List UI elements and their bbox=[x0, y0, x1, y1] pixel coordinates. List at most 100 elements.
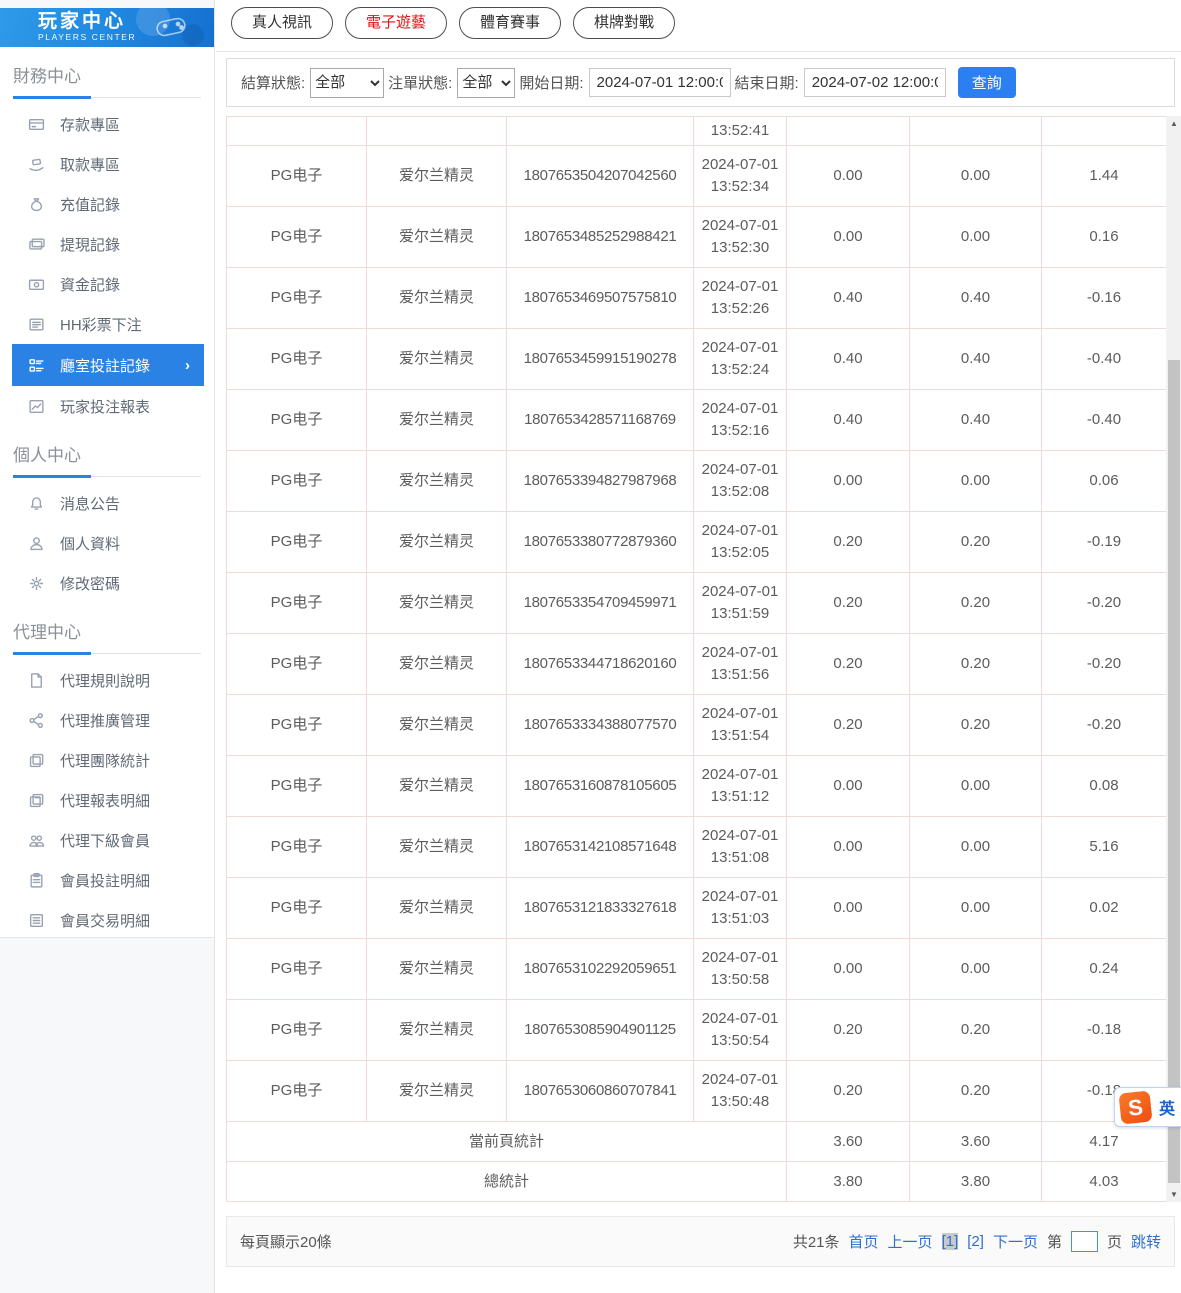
sidebar-item[interactable]: 資金記錄 bbox=[0, 264, 214, 304]
tab-category[interactable]: 體育賽事 bbox=[459, 7, 561, 39]
tab-active[interactable]: 電子遊藝 bbox=[345, 7, 447, 39]
table-cell: 2024-07-0113:52:05 bbox=[694, 512, 787, 573]
table-row: PG电子爱尔兰精灵18076531608781056052024-07-0113… bbox=[227, 756, 1167, 817]
sidebar-item[interactable]: 廳室投註記錄 › bbox=[12, 344, 204, 386]
sidebar-item[interactable]: 提現記錄 bbox=[0, 224, 214, 264]
table-cell: 爱尔兰精灵 bbox=[367, 695, 507, 756]
table-cell: 爱尔兰精灵 bbox=[367, 634, 507, 695]
translator-language-label: 英 bbox=[1159, 1095, 1175, 1119]
sidebar-item[interactable]: 消息公告 bbox=[0, 483, 214, 523]
chevron-right-icon: › bbox=[185, 357, 190, 374]
prev-page-link[interactable]: 上一页 bbox=[888, 1231, 933, 1252]
table-cell: 1807653428571168769 bbox=[507, 390, 694, 451]
order-status-select[interactable]: 全部 bbox=[457, 68, 515, 98]
sidebar-item[interactable]: 會員投註明細 bbox=[0, 860, 214, 900]
sidebar-item[interactable]: 會員交易明細 bbox=[0, 900, 214, 940]
table-cell: PG电子 bbox=[227, 451, 367, 512]
sidebar-item[interactable]: 代理規則說明 bbox=[0, 660, 214, 700]
jump-button[interactable]: 跳转 bbox=[1131, 1231, 1161, 1252]
translator-logo-icon: S bbox=[1118, 1090, 1152, 1124]
transaction-list-icon bbox=[28, 912, 45, 929]
table-cell: 0.00 bbox=[787, 878, 910, 939]
scroll-up-arrow-icon[interactable]: ▲ bbox=[1166, 116, 1181, 131]
sidebar-item[interactable]: 代理報表明細 bbox=[0, 780, 214, 820]
scrollbar-thumb[interactable] bbox=[1168, 360, 1180, 1183]
sidebar-item[interactable]: 玩家投注報表 bbox=[0, 386, 214, 426]
page-size-text: 每頁顯示20條 bbox=[240, 1231, 332, 1252]
members-icon bbox=[28, 832, 45, 849]
table-cell: 0.00 bbox=[787, 146, 910, 207]
table-cell: 4.03 bbox=[1042, 1162, 1167, 1202]
search-button[interactable]: 查詢 bbox=[958, 67, 1016, 98]
sidebar-menu: 玩家中心 PLAYERS CENTER 財務中心存款專區取款專區充值記錄提現記錄… bbox=[0, 8, 214, 938]
next-page-link[interactable]: 下一页 bbox=[993, 1231, 1038, 1252]
page-number-link[interactable]: [2] bbox=[967, 1233, 984, 1250]
table-cell: 0.20 bbox=[787, 695, 910, 756]
table-cell: 2024-07-0113:52:08 bbox=[694, 451, 787, 512]
table-cell: 4.17 bbox=[1042, 1122, 1167, 1162]
sidebar-item-label: 代理規則說明 bbox=[60, 670, 150, 691]
sidebar-item-label: 存款專區 bbox=[60, 114, 120, 135]
pagination-bar: 每頁顯示20條 共21条首页上一页[1][2]下一页第页跳转 bbox=[226, 1216, 1175, 1267]
table-cell: PG电子 bbox=[227, 268, 367, 329]
table-cell: 1807653334388077570 bbox=[507, 695, 694, 756]
bet-records-table-wrap: 13:52:41PG电子爱尔兰精灵18076535042070425602024… bbox=[226, 116, 1181, 1202]
table-scrollbar[interactable]: ▲ ▼ bbox=[1166, 116, 1181, 1202]
sidebar-item[interactable]: 取款專區 bbox=[0, 144, 214, 184]
first-page-link[interactable]: 首页 bbox=[849, 1231, 879, 1252]
sidebar-item[interactable]: 代理團隊統計 bbox=[0, 740, 214, 780]
table-cell: 2024-07-0113:51:56 bbox=[694, 634, 787, 695]
sidebar-item-label: HH彩票下注 bbox=[60, 314, 142, 335]
sidebar-item[interactable]: 修改密碼 bbox=[0, 563, 214, 603]
table-cell: PG电子 bbox=[227, 146, 367, 207]
table-cell: 13:52:41 bbox=[694, 117, 787, 146]
section-underline bbox=[13, 653, 201, 654]
end-date-input[interactable] bbox=[804, 68, 946, 97]
table-cell: 2024-07-0113:52:26 bbox=[694, 268, 787, 329]
tab-category[interactable]: 真人視訊 bbox=[231, 7, 333, 39]
table-cell: 1807653344718620160 bbox=[507, 634, 694, 695]
table-cell: 2024-07-0113:50:58 bbox=[694, 939, 787, 1000]
sidebar-item[interactable]: HH彩票下注 bbox=[0, 304, 214, 344]
table-row: PG电子爱尔兰精灵18076534852529884212024-07-0113… bbox=[227, 207, 1167, 268]
scroll-down-arrow-icon[interactable]: ▼ bbox=[1166, 1187, 1181, 1202]
table-cell: 0.40 bbox=[910, 329, 1042, 390]
category-tabs: 真人視訊電子遊藝體育賽事棋牌對戰 bbox=[216, 0, 1181, 52]
sidebar-item[interactable]: 代理推廣管理 bbox=[0, 700, 214, 740]
start-date-input[interactable] bbox=[589, 68, 731, 97]
table-cell: 0.20 bbox=[787, 573, 910, 634]
sidebar-item[interactable]: 充值記錄 bbox=[0, 184, 214, 224]
page-number-link[interactable]: [1] bbox=[942, 1233, 959, 1250]
sidebar-item[interactable]: 代理下級會員 bbox=[0, 820, 214, 860]
page-jump-input[interactable] bbox=[1071, 1231, 1098, 1252]
sidebar-item-label: 代理下級會員 bbox=[60, 830, 150, 851]
table-cell: 0.40 bbox=[787, 268, 910, 329]
table-cell: PG电子 bbox=[227, 207, 367, 268]
translator-widget[interactable]: S 英 bbox=[1114, 1087, 1181, 1127]
table-cell: -0.40 bbox=[1042, 390, 1167, 451]
sidebar-item[interactable]: 存款專區 bbox=[0, 104, 214, 144]
table-cell: PG电子 bbox=[227, 329, 367, 390]
table-row-partial: 13:52:41 bbox=[227, 117, 1167, 146]
table-cell: 2024-07-0113:52:24 bbox=[694, 329, 787, 390]
table-cell: 5.16 bbox=[1042, 817, 1167, 878]
settle-status-select[interactable]: 全部 bbox=[310, 68, 384, 98]
table-cell: 0.20 bbox=[787, 634, 910, 695]
table-cell: 0.20 bbox=[910, 695, 1042, 756]
sidebar-item-label: 個人資料 bbox=[60, 533, 120, 554]
table-row: PG电子爱尔兰精灵18076533343880775702024-07-0113… bbox=[227, 695, 1167, 756]
table-cell: PG电子 bbox=[227, 390, 367, 451]
sidebar-item[interactable]: 個人資料 bbox=[0, 523, 214, 563]
sidebar-item-label: 資金記錄 bbox=[60, 274, 120, 295]
summary-label: 當前頁統計 bbox=[227, 1122, 787, 1162]
section-underline bbox=[13, 97, 201, 98]
summary-label: 總統計 bbox=[227, 1162, 787, 1202]
table-row: PG电子爱尔兰精灵18076533447186201602024-07-0113… bbox=[227, 634, 1167, 695]
sidebar-item-label: 廳室投註記錄 bbox=[60, 355, 150, 376]
table-cell bbox=[787, 117, 910, 146]
tab-category[interactable]: 棋牌對戰 bbox=[573, 7, 675, 39]
table-cell: 2024-07-0113:51:12 bbox=[694, 756, 787, 817]
table-cell: -0.20 bbox=[1042, 634, 1167, 695]
table-row: PG电子爱尔兰精灵18076534599151902782024-07-0113… bbox=[227, 329, 1167, 390]
table-cell: -0.18 bbox=[1042, 1000, 1167, 1061]
